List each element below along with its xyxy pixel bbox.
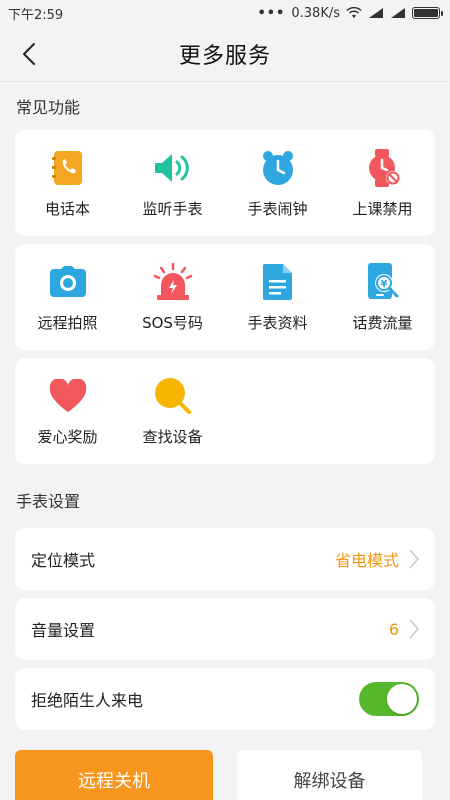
reject-strangers-row: 拒绝陌生人来电 [15, 668, 435, 730]
grid-item-label: 上课禁用 [352, 199, 413, 218]
status-time: 下午2:59 [8, 7, 64, 23]
battery-icon [412, 7, 443, 19]
grid-item-phonebook[interactable]: 电话本 [15, 130, 120, 236]
svg-text:¥: ¥ [380, 279, 387, 290]
grid-item-love-reward[interactable]: 爱心奖励 [15, 358, 120, 464]
back-arrow-icon [23, 43, 35, 65]
grid-item-listen[interactable]: 监听手表 [120, 130, 225, 236]
wifi-icon [346, 7, 362, 18]
function-card-2: 远程拍照 SOS号码 手表资料 ¥ 话费流量 [15, 244, 435, 350]
watch-disabled-icon [368, 148, 400, 187]
grid-empty [225, 358, 330, 464]
grid-item-label: 话费流量 [352, 313, 413, 332]
grid-item-label: 电话本 [44, 199, 90, 218]
location-mode-value: 省电模式 [334, 551, 399, 570]
header: 更多服务 [0, 26, 450, 82]
notification-dots: ••• [257, 5, 286, 21]
unbind-device-button[interactable]: 解绑设备 [237, 750, 422, 800]
grid-item-label: 查找设备 [142, 427, 203, 446]
grid-item-label: 手表闹钟 [247, 199, 308, 218]
volume-row[interactable]: 音量设置 6 [15, 598, 435, 660]
location-mode-row[interactable]: 定位模式 省电模式 [15, 528, 435, 590]
toggle-knob [387, 684, 417, 714]
status-bar: 下午2:59 ••• 0.38K/s [0, 0, 450, 26]
grid-item-balance[interactable]: ¥ 话费流量 [330, 244, 435, 350]
signal-icon [369, 8, 383, 18]
alarm-clock-icon [262, 150, 293, 185]
chevron-right-icon [409, 549, 419, 569]
document-icon [262, 263, 292, 300]
grid-empty [330, 358, 435, 464]
location-mode-label: 定位模式 [31, 551, 96, 570]
signal-icon-2 [391, 8, 405, 18]
chevron-right-icon [409, 619, 419, 639]
find-device-icon [154, 377, 191, 414]
remote-shutdown-button[interactable]: 远程关机 [15, 750, 213, 800]
action-buttons: 远程关机 解绑设备 [15, 750, 422, 800]
volume-value: 6 [388, 619, 399, 639]
camera-icon [49, 265, 86, 297]
sos-alarm-icon [153, 262, 192, 300]
grid-item-alarm[interactable]: 手表闹钟 [225, 130, 330, 236]
grid-item-remote-photo[interactable]: 远程拍照 [15, 244, 120, 350]
function-card-1: 电话本 监听手表 手表闹钟 上课禁用 [15, 130, 435, 236]
reject-strangers-toggle[interactable] [359, 682, 419, 716]
function-card-3: 爱心奖励 查找设备 [15, 358, 435, 464]
reject-strangers-label: 拒绝陌生人来电 [31, 691, 144, 710]
page-title: 更多服务 [178, 43, 271, 69]
grid-item-label: SOS号码 [142, 313, 203, 332]
section-title-common: 常见功能 [16, 98, 81, 117]
grid-item-label: 手表资料 [247, 313, 308, 332]
grid-item-label: 监听手表 [142, 199, 203, 218]
grid-item-watch-info[interactable]: 手表资料 [225, 244, 330, 350]
section-title-settings: 手表设置 [16, 492, 81, 511]
back-button[interactable] [14, 39, 44, 69]
grid-item-sos[interactable]: SOS号码 [120, 244, 225, 350]
heart-icon [49, 378, 86, 412]
volume-label: 音量设置 [31, 621, 96, 640]
grid-item-label: 远程拍照 [37, 313, 98, 332]
grid-item-label: 爱心奖励 [37, 427, 98, 446]
status-icons: ••• 0.38K/s [257, 5, 443, 21]
grid-item-class-disable[interactable]: 上课禁用 [330, 130, 435, 236]
grid-item-find-device[interactable]: 查找设备 [120, 358, 225, 464]
phonebook-icon [51, 150, 82, 185]
speaker-icon [154, 153, 189, 182]
phone-balance-icon: ¥ [367, 262, 398, 299]
network-speed: 0.38K/s [291, 5, 340, 21]
